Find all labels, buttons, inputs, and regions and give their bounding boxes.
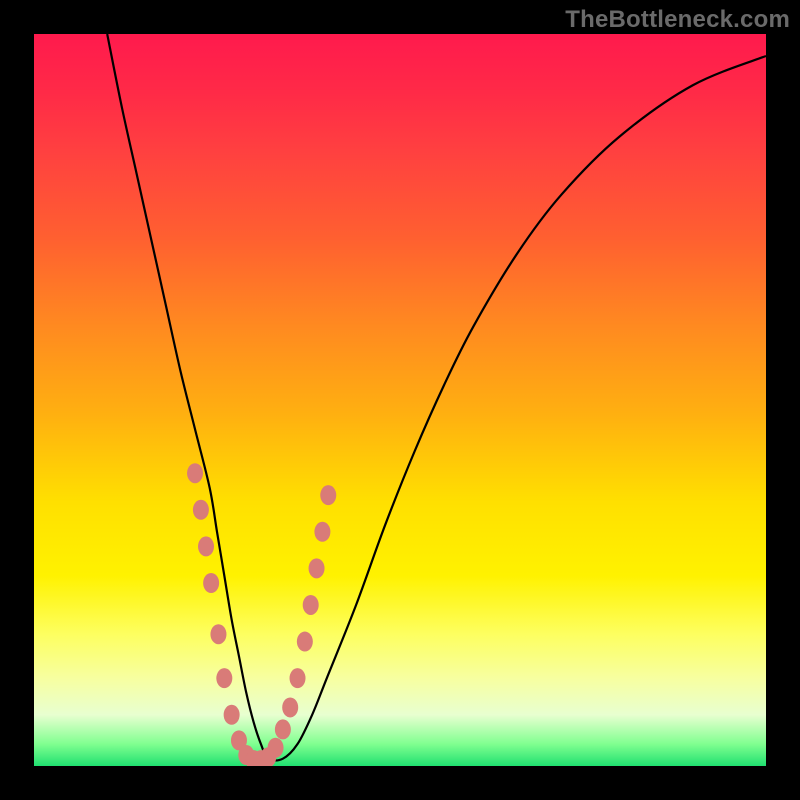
marker-dot bbox=[268, 738, 284, 758]
watermark-text: TheBottleneck.com bbox=[565, 6, 790, 34]
bottleneck-curve bbox=[107, 34, 766, 761]
marker-dot bbox=[282, 697, 298, 717]
marker-dot bbox=[275, 719, 291, 739]
curve-svg bbox=[34, 34, 766, 766]
marker-dot bbox=[216, 668, 232, 688]
marker-dot bbox=[224, 705, 240, 725]
marker-dot bbox=[290, 668, 306, 688]
marker-dot bbox=[320, 485, 336, 505]
marker-dot bbox=[187, 463, 203, 483]
marker-dot bbox=[210, 624, 226, 644]
chart-frame: TheBottleneck.com bbox=[0, 0, 800, 800]
marker-dot bbox=[314, 522, 330, 542]
marker-dot bbox=[193, 500, 209, 520]
marker-dot bbox=[297, 632, 313, 652]
marker-dot bbox=[203, 573, 219, 593]
marker-dot bbox=[309, 558, 325, 578]
marker-dot bbox=[303, 595, 319, 615]
marker-group bbox=[187, 463, 336, 766]
plot-area bbox=[34, 34, 766, 766]
marker-dot bbox=[198, 536, 214, 556]
